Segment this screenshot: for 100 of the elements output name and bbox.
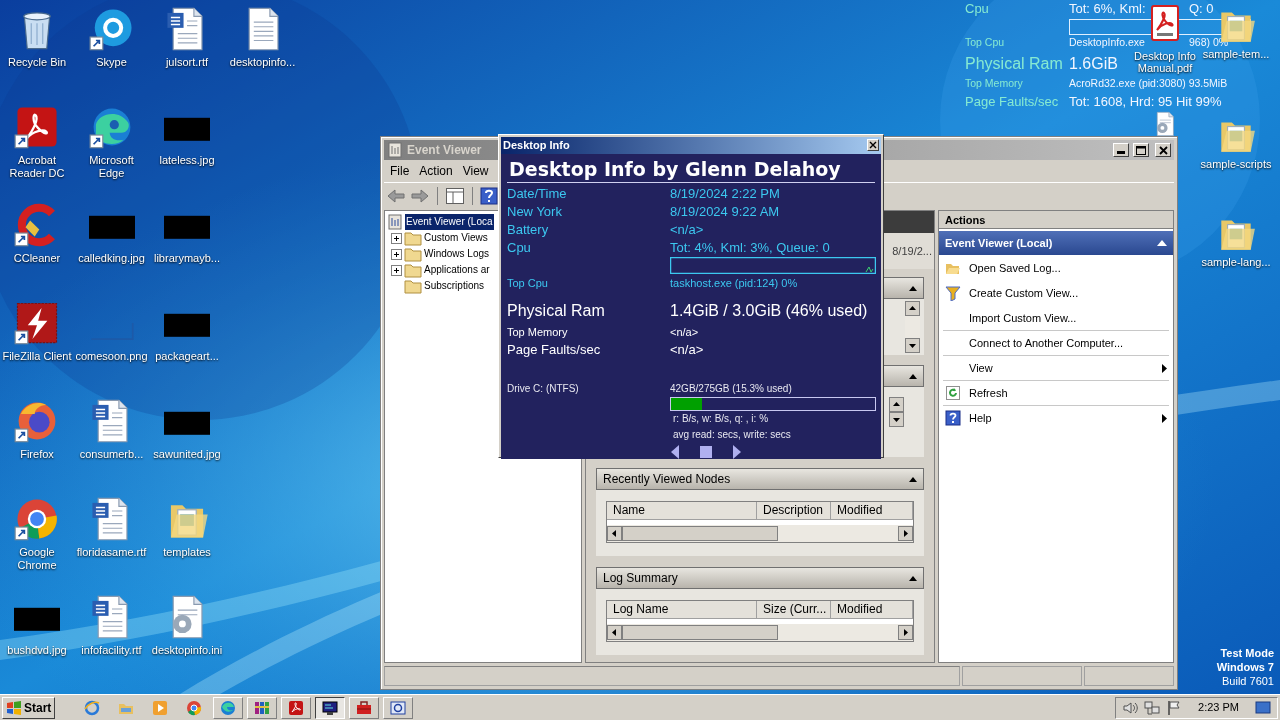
section-header[interactable] [882, 365, 924, 387]
speaker-icon[interactable] [1122, 699, 1139, 716]
icon-label[interactable]: librarymayb... [153, 252, 221, 265]
help-icon[interactable] [480, 186, 498, 205]
column-header[interactable]: Modified [831, 502, 913, 520]
flag-icon[interactable] [1166, 699, 1183, 716]
next-icon[interactable] [732, 444, 742, 459]
clock[interactable]: 2:23 PM [1198, 699, 1239, 716]
icon-label[interactable]: infofacility.rtf [80, 644, 143, 657]
log-viewer-icon [387, 214, 403, 230]
taskbar-button[interactable] [315, 696, 346, 719]
horizontal-scrollbar[interactable] [607, 525, 913, 542]
scrollbar-thumb[interactable] [622, 526, 778, 541]
icon-label[interactable]: floridasame.rtf [75, 546, 148, 559]
icon-label[interactable]: Acrobat Reader DC [0, 154, 74, 180]
scrollbar[interactable] [889, 397, 904, 427]
play-icon [152, 699, 169, 716]
pane-command[interactable]: Help [943, 405, 1169, 430]
tree-item[interactable]: Subscriptions [424, 278, 485, 294]
icon-label[interactable]: calledking.jpg [77, 252, 146, 265]
forward-arrow-icon[interactable] [410, 187, 430, 204]
pane-title: Actions [939, 211, 1173, 229]
round-logo-icon[interactable] [14, 496, 60, 542]
icon-label[interactable]: consumerb... [78, 448, 145, 461]
icon-label[interactable]: Skype [95, 56, 128, 69]
icon-label[interactable]: Microsoft Edge [74, 154, 149, 180]
icon-label[interactable]: sample-tem... [1201, 48, 1271, 61]
icon-label[interactable]: julsort.rtf [164, 56, 210, 69]
menu-item[interactable]: Action [415, 162, 457, 180]
column-header[interactable]: Name [607, 502, 757, 520]
section-header[interactable]: Recently Viewed Nodes [596, 468, 924, 490]
tree-item[interactable]: Windows Logs [424, 246, 490, 262]
icon-label[interactable]: desktopinfo.ini [150, 644, 224, 657]
collapse-arrow-icon[interactable] [909, 575, 917, 581]
info-value: 42GB/275GB (15.3% used) [670, 381, 793, 396]
collapse-arrow-icon[interactable] [909, 373, 917, 379]
tree-item[interactable]: Applications ar [424, 262, 490, 278]
collapse-arrow-icon[interactable] [909, 476, 917, 482]
chat-bubble-icon[interactable] [88, 6, 135, 52]
icon-label[interactable]: lateless.jpg [158, 154, 216, 167]
icon-label[interactable]: desktopinfo... [228, 56, 297, 69]
horizontal-scrollbar[interactable] [607, 624, 913, 641]
stop-icon[interactable] [700, 445, 712, 458]
scrollbar[interactable] [905, 301, 920, 353]
icon-label[interactable]: packageart... [154, 350, 220, 363]
bolt-tile-icon[interactable] [14, 300, 60, 346]
tree-item[interactable]: Event Viewer (Loca [405, 214, 494, 230]
icon-label[interactable]: sawunited.jpg [152, 448, 222, 461]
icon-label[interactable]: Recycle Bin [6, 56, 68, 69]
pane-command[interactable]: Create Custom View... [943, 280, 1169, 305]
info-label: New York [507, 202, 563, 221]
table-cell-text: 8/19/2... [892, 243, 932, 259]
panel-toggle-icon[interactable] [445, 186, 465, 205]
pane-command[interactable]: Connect to Another Computer... [943, 330, 1169, 355]
info-label: Page Faults/sec [507, 340, 602, 359]
info-label: Top Cpu [965, 35, 1006, 50]
start-button[interactable]: Start [2, 696, 56, 719]
maximize-button[interactable] [1133, 143, 1149, 157]
column-header[interactable]: Modified [831, 601, 913, 619]
icon-label[interactable]: comesoon.png [74, 350, 149, 363]
column-header[interactable]: Description [757, 502, 831, 520]
column-header[interactable]: Size (Curr... [757, 601, 831, 619]
group-header[interactable]: Event Viewer (Local) [939, 231, 1173, 255]
pane-command[interactable]: Refresh [943, 380, 1169, 405]
folder-icon [404, 246, 422, 262]
icon-label[interactable]: Google Chrome [0, 546, 74, 572]
show-desktop-icon[interactable] [1255, 700, 1271, 715]
pane-command[interactable]: View [943, 355, 1169, 380]
minimize-button[interactable] [1113, 143, 1129, 157]
previous-icon[interactable] [670, 444, 680, 459]
icon-label[interactable]: sample-lang... [1200, 256, 1272, 269]
swirl-tile-icon[interactable] [14, 104, 60, 150]
info-text: avg read: secs, write: secs [672, 427, 792, 442]
icon-label[interactable]: Firefox [19, 448, 55, 461]
back-arrow-icon[interactable] [386, 187, 406, 204]
section-header[interactable] [882, 277, 924, 299]
icon-label[interactable]: CCleaner [12, 252, 62, 265]
collapse-arrow-icon[interactable] [1157, 240, 1167, 246]
scrollbar-thumb[interactable] [622, 625, 778, 640]
network-icon[interactable] [1144, 699, 1161, 716]
info-label: Page Faults/sec [965, 93, 1060, 111]
pane-command[interactable]: Open Saved Log... [943, 255, 1169, 280]
menu-item[interactable]: View [458, 162, 493, 180]
window-title: Event Viewer [407, 142, 482, 159]
pane-command[interactable]: Import Custom View... [943, 305, 1169, 330]
column-header[interactable]: Log Name [607, 601, 757, 619]
submenu-arrow-icon [1162, 413, 1167, 423]
menu-item[interactable]: File [386, 162, 414, 180]
monitor-icon [322, 699, 339, 716]
expand-icon[interactable] [391, 232, 402, 244]
close-button[interactable] [867, 139, 879, 152]
icon-label[interactable]: sample-scripts [1199, 158, 1273, 171]
icon-label[interactable]: FileZilla Client [1, 350, 73, 363]
expand-icon[interactable] [391, 248, 402, 260]
tree-item[interactable]: Custom Views [424, 230, 488, 246]
help-icon [945, 410, 961, 426]
collapse-arrow-icon[interactable] [909, 285, 917, 291]
expand-icon[interactable] [391, 264, 402, 276]
close-button[interactable] [1155, 143, 1171, 157]
section-header[interactable]: Log Summary [596, 567, 924, 589]
